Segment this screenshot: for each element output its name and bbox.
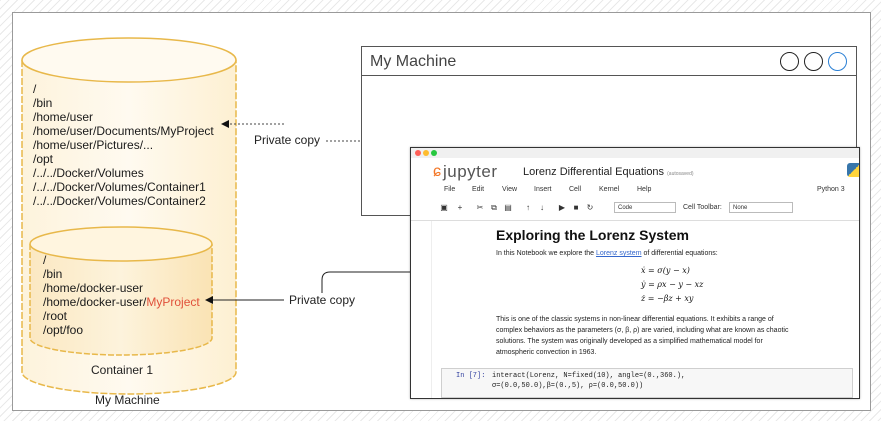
intro-before: In this Notebook we explore the bbox=[496, 250, 597, 257]
notebook-gutter bbox=[431, 221, 432, 398]
cell-type-select[interactable]: Code bbox=[614, 202, 676, 213]
window-title: My Machine bbox=[370, 53, 457, 70]
maximize-dot-icon[interactable] bbox=[431, 150, 437, 156]
host-path-item: /../../Docker/Volumes bbox=[33, 166, 144, 180]
container-project-prefix: /home/docker-user/ bbox=[43, 295, 147, 309]
container-path-item: /opt/foo bbox=[43, 323, 84, 337]
menu-help[interactable]: Help bbox=[637, 186, 651, 193]
menu-edit[interactable]: Edit bbox=[472, 186, 484, 193]
body-paragraph-line: complex behaviors as the parameters (σ, … bbox=[496, 327, 789, 334]
container-path-item: /home/docker-user bbox=[43, 281, 144, 295]
paste-icon[interactable]: ▤ bbox=[503, 202, 513, 214]
stop-icon[interactable]: ■ bbox=[571, 202, 581, 214]
host-path-item: /bin bbox=[33, 96, 53, 110]
window-button-icon[interactable] bbox=[828, 52, 847, 71]
notebook-heading: Exploring the Lorenz System bbox=[496, 227, 689, 243]
menu-kernel[interactable]: Kernel bbox=[599, 186, 619, 193]
diagram-canvas: //bin/home/user/home/user/Documents/MyPr… bbox=[0, 0, 881, 421]
equation-x: ẋ = σ(y − x) bbox=[641, 266, 690, 275]
host-path-item: /home/user bbox=[33, 110, 94, 124]
menu-cell[interactable]: Cell bbox=[569, 186, 581, 193]
add-cell-icon[interactable]: + bbox=[455, 202, 465, 214]
notebook-title[interactable]: Lorenz Differential Equations (autosaved… bbox=[523, 166, 694, 178]
container-path-item: / bbox=[43, 253, 47, 267]
host-path-list: //bin/home/user/home/user/Documents/MyPr… bbox=[33, 82, 214, 208]
lorenz-system-link[interactable]: Lorenz system bbox=[596, 250, 642, 257]
container-project-path: /home/docker-user/MyProject bbox=[43, 295, 200, 309]
body-paragraph-line: This is one of the classic systems in no… bbox=[496, 316, 774, 323]
move-up-icon[interactable]: ↑ bbox=[523, 202, 533, 214]
autosave-status: (autosaved) bbox=[667, 171, 694, 177]
notebook-window-bar bbox=[411, 148, 859, 158]
cell-toolbar-label: Cell Toolbar: bbox=[683, 204, 722, 211]
close-dot-icon[interactable] bbox=[415, 150, 421, 156]
equation-z: ż = −βz + xy bbox=[641, 294, 694, 303]
code-cell[interactable]: In [7]: interact(Lorenz, N=fixed(10), an… bbox=[441, 368, 853, 398]
jupyter-logo-icon: ɕ bbox=[433, 163, 441, 180]
toolbar-divider bbox=[411, 220, 859, 221]
private-copy-label-top: Private copy bbox=[252, 133, 323, 147]
equation-y: ẏ = ρx − y − xz bbox=[641, 280, 704, 289]
jupyter-notebook: ɕ jupyter Lorenz Differential Equations … bbox=[410, 147, 860, 399]
menu-view[interactable]: View bbox=[502, 186, 517, 193]
host-label: My Machine bbox=[95, 393, 160, 407]
host-path-item: /home/user/Pictures/... bbox=[33, 138, 154, 152]
restart-icon[interactable]: ↻ bbox=[585, 202, 595, 214]
kernel-indicator: Python 3 bbox=[817, 186, 845, 193]
cut-icon[interactable]: ✂ bbox=[475, 202, 485, 214]
notebook-toolbar: ▣ + ✂ ⧉ ▤ ↑ ↓ ▶ ■ ↻ Code Cell Toolbar: N… bbox=[411, 202, 859, 216]
code-line: interact(Lorenz, N=fixed(10), angle=(0.,… bbox=[492, 372, 686, 380]
python-logo-icon bbox=[847, 163, 859, 177]
window-button-icon[interactable] bbox=[780, 52, 799, 71]
window-title-bar: My Machine bbox=[362, 47, 856, 76]
run-icon[interactable]: ▶ bbox=[557, 202, 567, 214]
save-icon[interactable]: ▣ bbox=[439, 202, 449, 214]
cell-prompt: In [7]: bbox=[456, 372, 486, 380]
host-path-item: /../../Docker/Volumes/Container1 bbox=[33, 180, 206, 194]
private-copy-label-bottom: Private copy bbox=[287, 293, 358, 307]
menu-file[interactable]: File bbox=[444, 186, 455, 193]
jupyter-logo[interactable]: jupyter bbox=[443, 162, 498, 182]
copy-icon[interactable]: ⧉ bbox=[489, 202, 499, 214]
container-path-item: /root bbox=[43, 309, 68, 323]
minimize-dot-icon[interactable] bbox=[423, 150, 429, 156]
move-down-icon[interactable]: ↓ bbox=[537, 202, 547, 214]
intro-text: In this Notebook we explore the Lorenz s… bbox=[496, 248, 718, 259]
host-path-item: / bbox=[33, 82, 37, 96]
notebook-title-text: Lorenz Differential Equations bbox=[523, 166, 665, 178]
host-path-item: /opt bbox=[33, 152, 54, 166]
menu-insert[interactable]: Insert bbox=[534, 186, 552, 193]
body-paragraph-line: solutions. The system was originally dev… bbox=[496, 338, 763, 345]
window-button-icon[interactable] bbox=[804, 52, 823, 71]
host-path-item: /home/user/Documents/MyProject bbox=[33, 124, 214, 138]
container-project-name: MyProject bbox=[146, 295, 200, 309]
container-path-item: /bin bbox=[43, 267, 63, 281]
intro-after: of differential equations: bbox=[641, 250, 718, 257]
cell-toolbar-select[interactable]: None bbox=[729, 202, 793, 213]
body-paragraph-line: atmospheric convection in 1963. bbox=[496, 349, 597, 356]
container-label: Container 1 bbox=[91, 363, 154, 377]
container-path-list: / /bin /home/docker-user /home/docker-us… bbox=[43, 253, 200, 337]
host-path-item: /../../Docker/Volumes/Container2 bbox=[33, 194, 206, 208]
code-line: σ=(0.0,50.0),β=(0.,5), ρ=(0.0,50.0)) bbox=[492, 382, 644, 390]
